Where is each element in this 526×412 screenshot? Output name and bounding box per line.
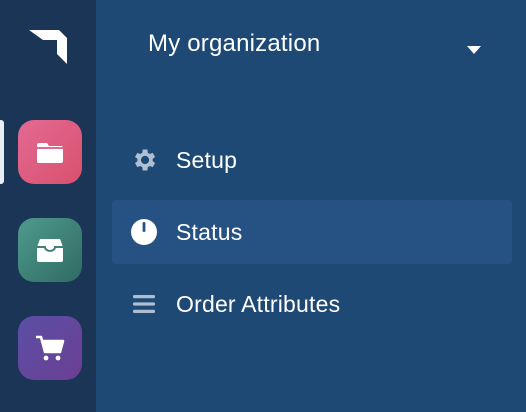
brand-logo-icon[interactable] <box>27 24 69 64</box>
nav-item-setup[interactable]: Setup <box>112 128 512 192</box>
active-app-indicator <box>0 120 4 184</box>
gear-icon <box>129 145 159 175</box>
nav-label-order-attributes: Order Attributes <box>176 290 341 317</box>
app-tile-archive[interactable] <box>18 218 82 282</box>
app-shell: My organization Setup Status Order Attri… <box>0 0 526 412</box>
shopping-cart-icon <box>35 334 65 362</box>
organization-switcher[interactable]: My organization <box>148 26 488 62</box>
nav-label-status: Status <box>176 218 243 245</box>
nav-item-status[interactable]: Status <box>112 200 512 264</box>
app-rail <box>0 0 96 412</box>
folder-icon <box>36 139 64 165</box>
app-tile-cart[interactable] <box>18 316 82 380</box>
nav-menu: Setup Status Order Attributes <box>112 128 512 344</box>
organization-name: My organization <box>148 30 321 57</box>
nav-label-setup: Setup <box>176 146 238 173</box>
status-dial-icon <box>129 217 159 247</box>
archive-box-icon <box>36 237 64 263</box>
app-tile-folders[interactable] <box>18 120 82 184</box>
navigation-panel: My organization Setup Status Order Attri… <box>96 0 526 412</box>
nav-item-order-attributes[interactable]: Order Attributes <box>112 272 512 336</box>
chevron-down-icon[interactable] <box>467 42 481 54</box>
list-icon <box>129 289 159 319</box>
